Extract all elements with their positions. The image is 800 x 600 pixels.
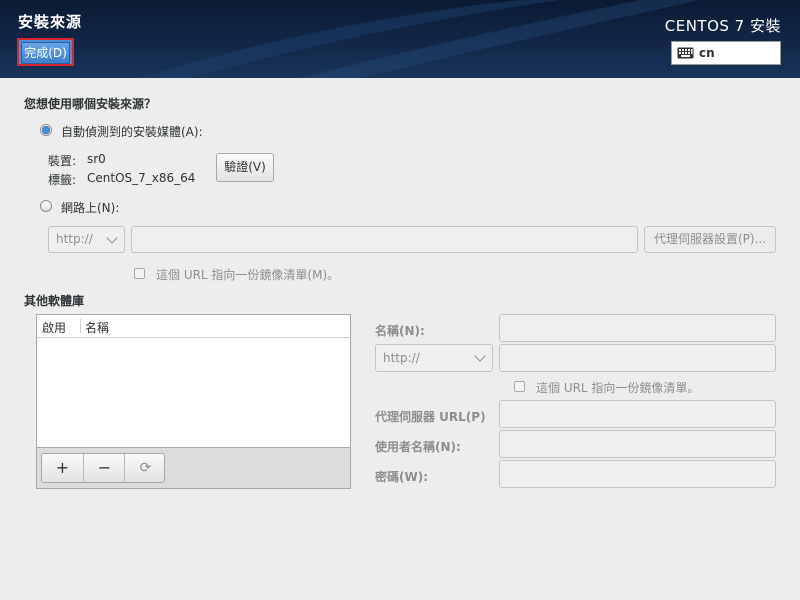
repo-button-group: + − ⟳ xyxy=(41,453,165,483)
additional-repos-title: 其他軟體庫 xyxy=(24,294,85,308)
top-header-bar: 安裝來源 完成(D) CENTOS 7 安裝 cn xyxy=(0,0,800,78)
proxy-settings-button[interactable]: 代理伺服器設置(P)... xyxy=(644,226,776,253)
repo-username-input[interactable] xyxy=(499,430,776,458)
mirror-list-label[interactable]: 這個 URL 指向一份鏡像清單(M)。 xyxy=(156,266,339,283)
remove-repo-button[interactable]: − xyxy=(83,454,125,482)
repo-protocol-value: http:// xyxy=(383,351,420,365)
repo-proxy-url-label: 代理伺服器 URL(P) xyxy=(375,410,486,424)
repo-toolbar: + − ⟳ xyxy=(36,448,351,489)
network-protocol-select[interactable]: http:// xyxy=(48,226,125,253)
verify-button[interactable]: 驗證(V) xyxy=(216,153,274,182)
network-radio[interactable] xyxy=(40,200,52,212)
col-enable-header[interactable]: 啟用 xyxy=(42,319,66,336)
header-background-art xyxy=(140,0,700,78)
page-title: 安裝來源 xyxy=(18,13,83,31)
repo-list[interactable]: 啟用 名稱 xyxy=(36,314,351,448)
col-name-header[interactable]: 名稱 xyxy=(85,319,109,336)
repo-name-input[interactable] xyxy=(499,314,776,342)
repo-proxy-url-input[interactable] xyxy=(499,400,776,428)
network-protocol-value: http:// xyxy=(56,232,93,246)
keyboard-layout-indicator[interactable]: cn xyxy=(671,41,781,65)
chevron-down-icon xyxy=(106,232,118,244)
network-url-input[interactable] xyxy=(131,226,638,253)
refresh-repo-button[interactable]: ⟳ xyxy=(124,454,166,482)
repo-name-label: 名稱(N): xyxy=(375,324,425,338)
tag-value: CentOS_7_x86_64 xyxy=(87,171,196,185)
repo-list-header: 啟用 名稱 xyxy=(37,315,350,338)
repo-protocol-select[interactable]: http:// xyxy=(375,344,493,372)
network-label[interactable]: 網路上(N): xyxy=(61,199,119,216)
auto-detect-label[interactable]: 自動偵測到的安裝媒體(A): xyxy=(61,123,203,140)
repo-username-label: 使用者名稱(N): xyxy=(375,440,461,454)
tag-label: 標籤: xyxy=(48,173,77,187)
repo-password-input[interactable] xyxy=(499,460,776,488)
device-value: sr0 xyxy=(87,152,106,166)
device-label: 裝置: xyxy=(48,154,77,168)
repo-mirror-label[interactable]: 這個 URL 指向一份鏡像清單。 xyxy=(536,379,699,396)
auto-detect-radio[interactable] xyxy=(40,124,52,136)
mirror-list-checkbox[interactable] xyxy=(134,268,145,279)
repo-url-input[interactable] xyxy=(499,344,776,372)
done-button[interactable]: 完成(D) xyxy=(17,38,74,66)
source-question: 您想使用哪個安裝來源？ xyxy=(24,97,157,111)
add-repo-button[interactable]: + xyxy=(42,454,83,482)
done-button-label: 完成(D) xyxy=(21,42,70,64)
repo-password-label: 密碼(W): xyxy=(375,470,429,484)
chevron-down-icon xyxy=(474,350,486,362)
repo-mirror-checkbox[interactable] xyxy=(514,381,525,392)
keyboard-layout-label: cn xyxy=(699,46,715,60)
column-divider xyxy=(80,319,81,333)
product-title: CENTOS 7 安裝 xyxy=(664,17,781,35)
keyboard-icon xyxy=(677,47,694,59)
